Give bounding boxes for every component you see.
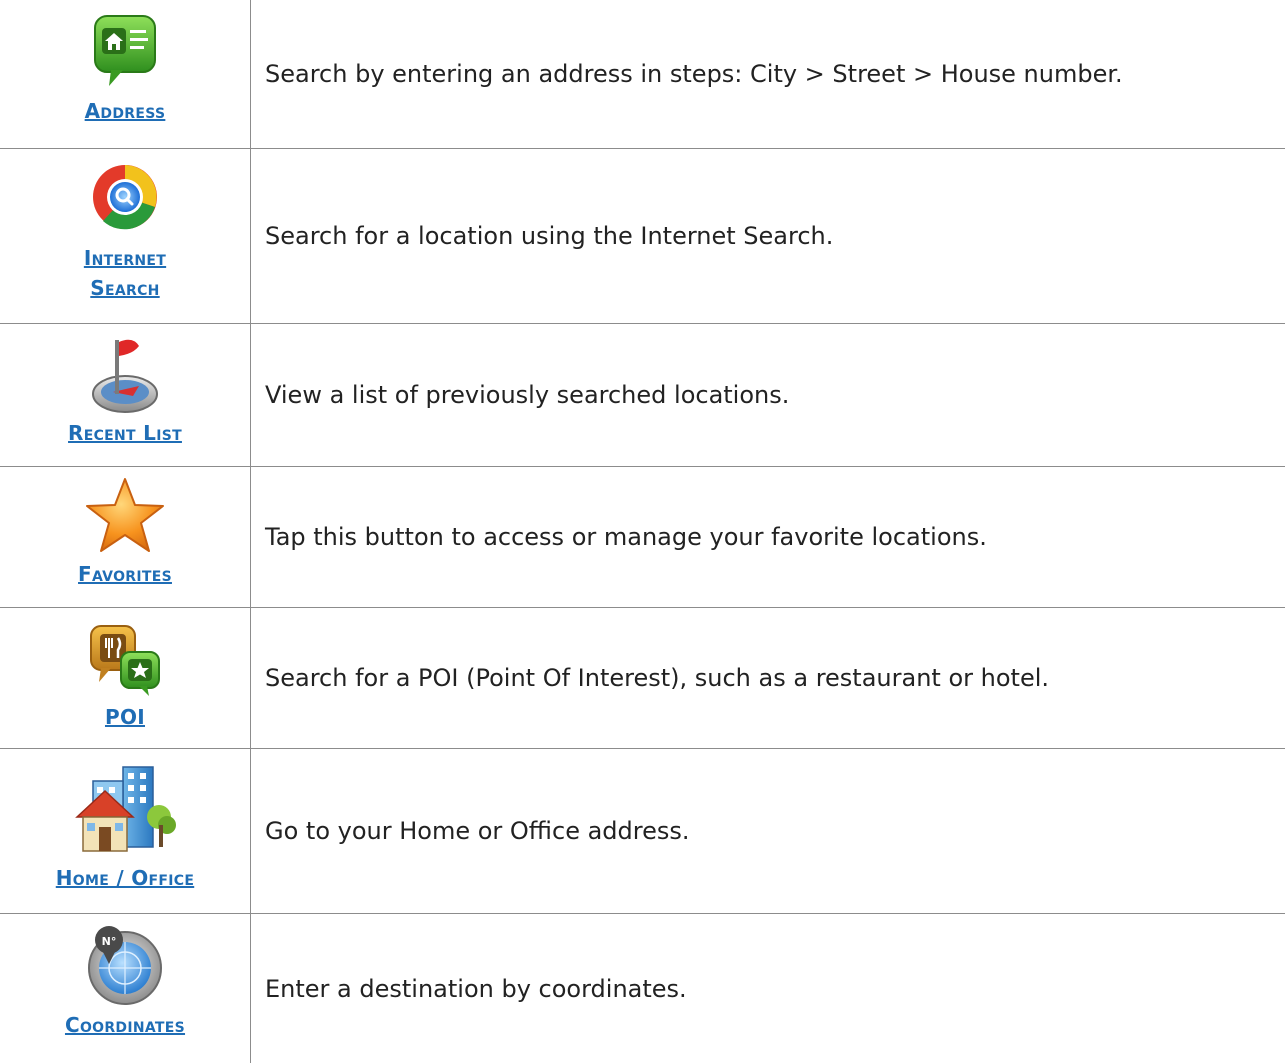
icon-cell: Internet Search (0, 149, 250, 323)
table-row-address: Address Search by entering an address in… (0, 0, 1285, 149)
search-options-table: Address Search by entering an address in… (0, 0, 1285, 1063)
icon-cell: Home / Office (0, 749, 250, 913)
recent-list-description: View a list of previously searched locat… (265, 381, 790, 409)
internet-search-link[interactable]: Internet Search (84, 243, 166, 303)
favorites-description: Tap this button to access or manage your… (265, 523, 987, 551)
icon-cell: POI (0, 608, 250, 748)
icon-cell: Recent List (0, 324, 250, 466)
poi-description: Search for a POI (Point Of Interest), su… (265, 664, 1050, 692)
table-row-favorites: Favorites Tap this button to access or m… (0, 467, 1285, 608)
table-row-coordinates: N° Coordinates Enter a destination by co… (0, 914, 1285, 1063)
table-row-home-office: Home / Office Go to your Home or Office … (0, 749, 1285, 914)
coordinates-link[interactable]: Coordinates (65, 1010, 185, 1040)
coordinates-description: Enter a destination by coordinates. (265, 974, 687, 1003)
svg-text:N°: N° (102, 935, 117, 948)
address-description: Search by entering an address in steps: … (265, 60, 1123, 88)
coordinates-radar-icon[interactable]: N° (85, 922, 165, 1010)
internet-search-label-line-1[interactable]: Internet (84, 243, 166, 273)
table-row-internet-search: Internet Search Search for a location us… (0, 149, 1285, 324)
favorites-link[interactable]: Favorites (78, 559, 172, 589)
internet-search-icon[interactable] (89, 161, 161, 237)
star-icon[interactable] (84, 475, 166, 559)
icon-cell: Favorites (0, 467, 250, 607)
poi-icon[interactable] (87, 622, 163, 702)
icon-cell: N° Coordinates (0, 914, 250, 1063)
table-row-recent-list: Recent List View a list of previously se… (0, 324, 1285, 467)
poi-link[interactable]: POI (105, 702, 145, 732)
recent-list-link[interactable]: Recent List (68, 418, 182, 448)
home-office-buildings-icon[interactable] (73, 763, 177, 863)
recent-flag-compass-icon[interactable] (89, 336, 161, 418)
table-row-poi: POI Search for a POI (Point Of Interest)… (0, 608, 1285, 749)
address-link[interactable]: Address (85, 96, 166, 126)
icon-cell: Address (0, 0, 250, 148)
internet-search-label-line-2[interactable]: Search (84, 273, 166, 303)
internet-search-description: Search for a location using the Internet… (265, 222, 834, 250)
address-book-icon[interactable] (93, 14, 157, 92)
home-office-description: Go to your Home or Office address. (265, 817, 690, 845)
home-office-link[interactable]: Home / Office (56, 863, 194, 893)
